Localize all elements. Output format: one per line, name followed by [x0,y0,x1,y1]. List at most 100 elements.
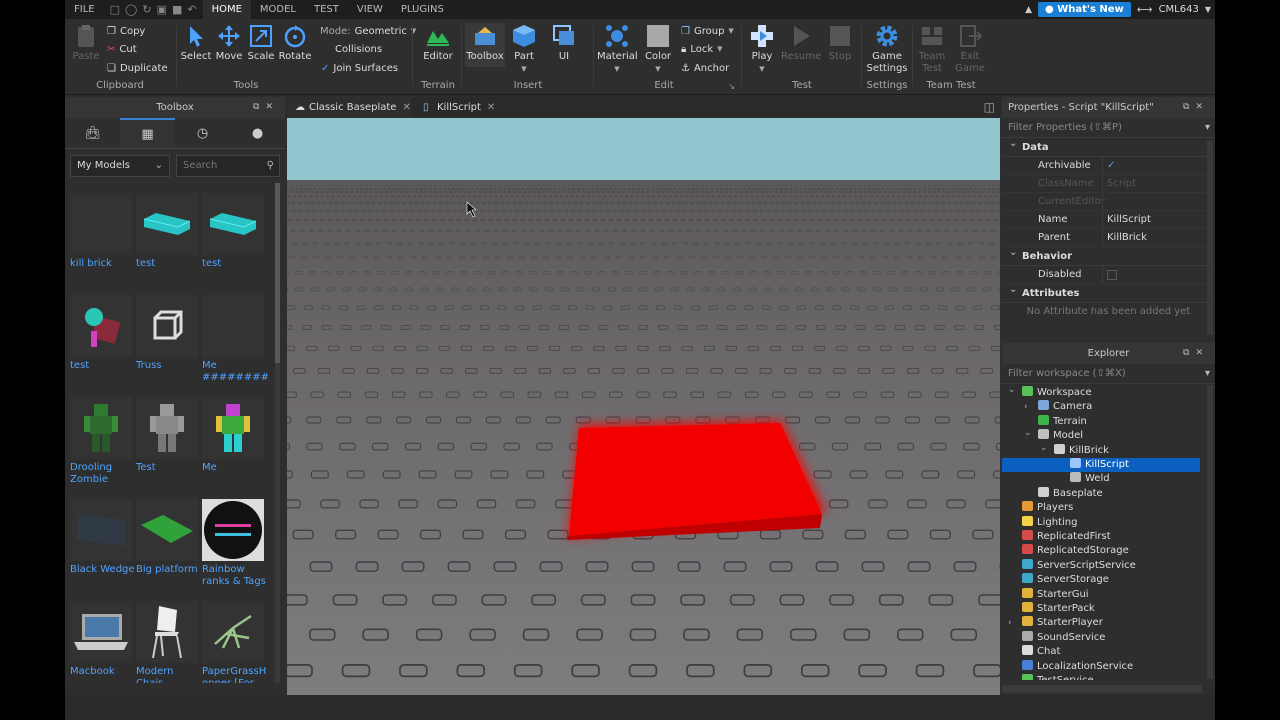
section-behavior[interactable]: Behavior [1002,243,1215,266]
list-item[interactable]: test [70,295,132,372]
tree-item[interactable]: Chat [1002,645,1200,659]
share-icon[interactable]: ⟷ [1137,3,1153,16]
tab-view[interactable]: VIEW [348,0,392,19]
tree-item[interactable]: StarterPack [1002,602,1200,616]
tree-item[interactable]: ServerStorage [1002,573,1200,587]
tree-item[interactable]: StarterGui [1002,587,1200,602]
item-name[interactable]: Drooling Zombie [70,462,136,486]
section-attributes[interactable]: Attributes [1002,280,1215,303]
rotate-button[interactable]: Rotate [277,23,313,63]
explorer-filter-input[interactable]: Filter workspace (⇧⌘X) ▾ [1002,364,1215,384]
property-name[interactable]: Name KillScript [1002,211,1215,229]
undock-icon[interactable]: ⧉ [253,102,265,112]
item-name[interactable]: Modern Chair [136,666,202,683]
tree-item[interactable]: Baseplate [1002,486,1200,501]
duplicate-button[interactable]: ❏ Duplicate [107,60,168,76]
move-button[interactable]: Move [213,23,245,63]
item-name[interactable]: Me ########## [202,360,268,384]
tree-item[interactable]: KillBrick ⌄ [1002,441,1200,458]
chevron-down-icon[interactable]: ⌄ [1024,426,1032,440]
tree-item[interactable]: SoundService [1002,630,1200,645]
tab-creations[interactable]: ● [230,118,285,148]
list-item[interactable]: Truss [136,295,198,372]
explorer-scrollbar[interactable] [1207,385,1213,679]
item-name[interactable]: Test [136,462,202,474]
category-dropdown[interactable]: My Models ⌄ [70,155,170,177]
item-name[interactable]: test [70,360,136,372]
property-value[interactable]: KillScript [1102,211,1215,228]
cut-button[interactable]: ✂ Cut [107,41,137,57]
close-icon[interactable]: ✕ [1195,102,1209,112]
close-icon[interactable]: ✕ [487,102,495,113]
search-input[interactable]: Search ⚲ [176,155,280,177]
tree-item[interactable]: Weld [1002,472,1200,486]
chevron-down-icon[interactable]: ⌄ [1008,385,1016,397]
close-icon[interactable]: ✕ [265,102,279,112]
publish-icon[interactable]: ▣ [157,3,167,16]
list-item[interactable]: Macbook [70,601,132,678]
ui-button[interactable]: UI [549,23,579,63]
item-name[interactable]: Macbook [70,666,136,678]
property-value[interactable]: ✓ [1102,157,1215,174]
expand-corner-icon[interactable]: ↘ [728,82,735,91]
tree-item[interactable]: TestService [1002,674,1200,680]
properties-filter-input[interactable]: Filter Properties (⇧⌘P) ▾ [1002,118,1215,138]
stop-button[interactable]: Stop [823,23,857,63]
terrain-editor-button[interactable]: Editor [419,23,457,63]
close-icon[interactable]: ✕ [402,102,410,113]
username-menu[interactable]: CML643 [1159,4,1199,15]
item-name[interactable]: test [202,258,268,270]
exit-game-button[interactable]: Exit Game [952,23,988,75]
undock-icon[interactable]: ⧉ [1183,348,1195,358]
list-item[interactable]: Black Wedge [70,499,135,576]
tab-model[interactable]: MODEL [251,0,305,19]
list-item[interactable]: Big platform [136,499,198,576]
tab-inventory[interactable]: ▦ [120,118,175,148]
copy-button[interactable]: ❐ Copy [107,23,145,39]
toolbox-scrollbar[interactable] [275,183,280,683]
3d-viewport[interactable] [287,118,1000,695]
binoculars-icon[interactable]: ◯ [125,3,137,16]
chevron-down-icon[interactable]: ▼ [1205,5,1211,14]
tree-item[interactable]: ServerScriptService [1002,558,1200,573]
tab-test[interactable]: TEST [305,0,348,19]
tab-file[interactable]: FILE [65,0,104,19]
list-item[interactable]: PaperGrassH opper [For... [202,601,266,683]
item-name[interactable]: Black Wedge [70,564,136,576]
item-name[interactable]: test [136,258,202,270]
tab-marketplace[interactable]: 👜︎ [65,118,120,148]
tree-item[interactable]: ReplicatedFirst [1002,530,1200,544]
team-test-button[interactable]: Team Test [914,23,950,75]
list-item[interactable]: kill brick [70,193,132,270]
scale-button[interactable]: Scale [245,23,277,63]
tree-item[interactable]: Lighting [1002,515,1200,530]
tree-item[interactable]: ReplicatedStorage [1002,544,1200,558]
item-name[interactable]: Truss [136,360,202,372]
item-name[interactable]: Big platform [136,564,202,576]
tab-killscript[interactable]: ▯ KillScript ✕ [415,97,505,118]
join-surfaces-toggle[interactable]: ✓ Join Surfaces [321,60,398,76]
tree-item[interactable]: KillScript [1002,458,1200,472]
part-button[interactable]: Part ▼ [509,23,539,75]
property-value[interactable]: KillBrick [1102,229,1215,246]
checkbox-icon[interactable] [1107,270,1117,280]
property-archivable[interactable]: Archivable ✓ [1002,157,1215,175]
tree-item[interactable]: LocalizationService [1002,659,1200,674]
game-settings-button[interactable]: Game Settings [865,23,909,75]
list-item[interactable]: Me ########## [202,295,268,384]
section-data[interactable]: Data [1002,134,1215,157]
stop-square-icon[interactable]: ■ [172,3,182,16]
list-item[interactable]: test [202,193,264,270]
tree-item[interactable]: Model ⌄ [1002,426,1200,443]
whats-new-button[interactable]: ● What's New [1038,2,1131,17]
list-item[interactable]: Drooling Zombie [70,397,132,486]
chevron-up-icon[interactable]: ▲ [1025,5,1032,15]
tree-item[interactable]: Terrain [1002,414,1200,429]
new-file-icon[interactable]: □ [110,3,120,16]
tree-item[interactable]: Camera › [1002,400,1200,414]
chevron-right-icon[interactable]: › [1008,616,1012,630]
chevron-right-icon[interactable]: › [1024,400,1028,414]
tab-home[interactable]: HOME [202,0,251,19]
chevron-down-icon[interactable]: ⌄ [1040,441,1048,455]
tab-classic-baseplate[interactable]: ☁ Classic Baseplate ✕ [287,97,411,118]
